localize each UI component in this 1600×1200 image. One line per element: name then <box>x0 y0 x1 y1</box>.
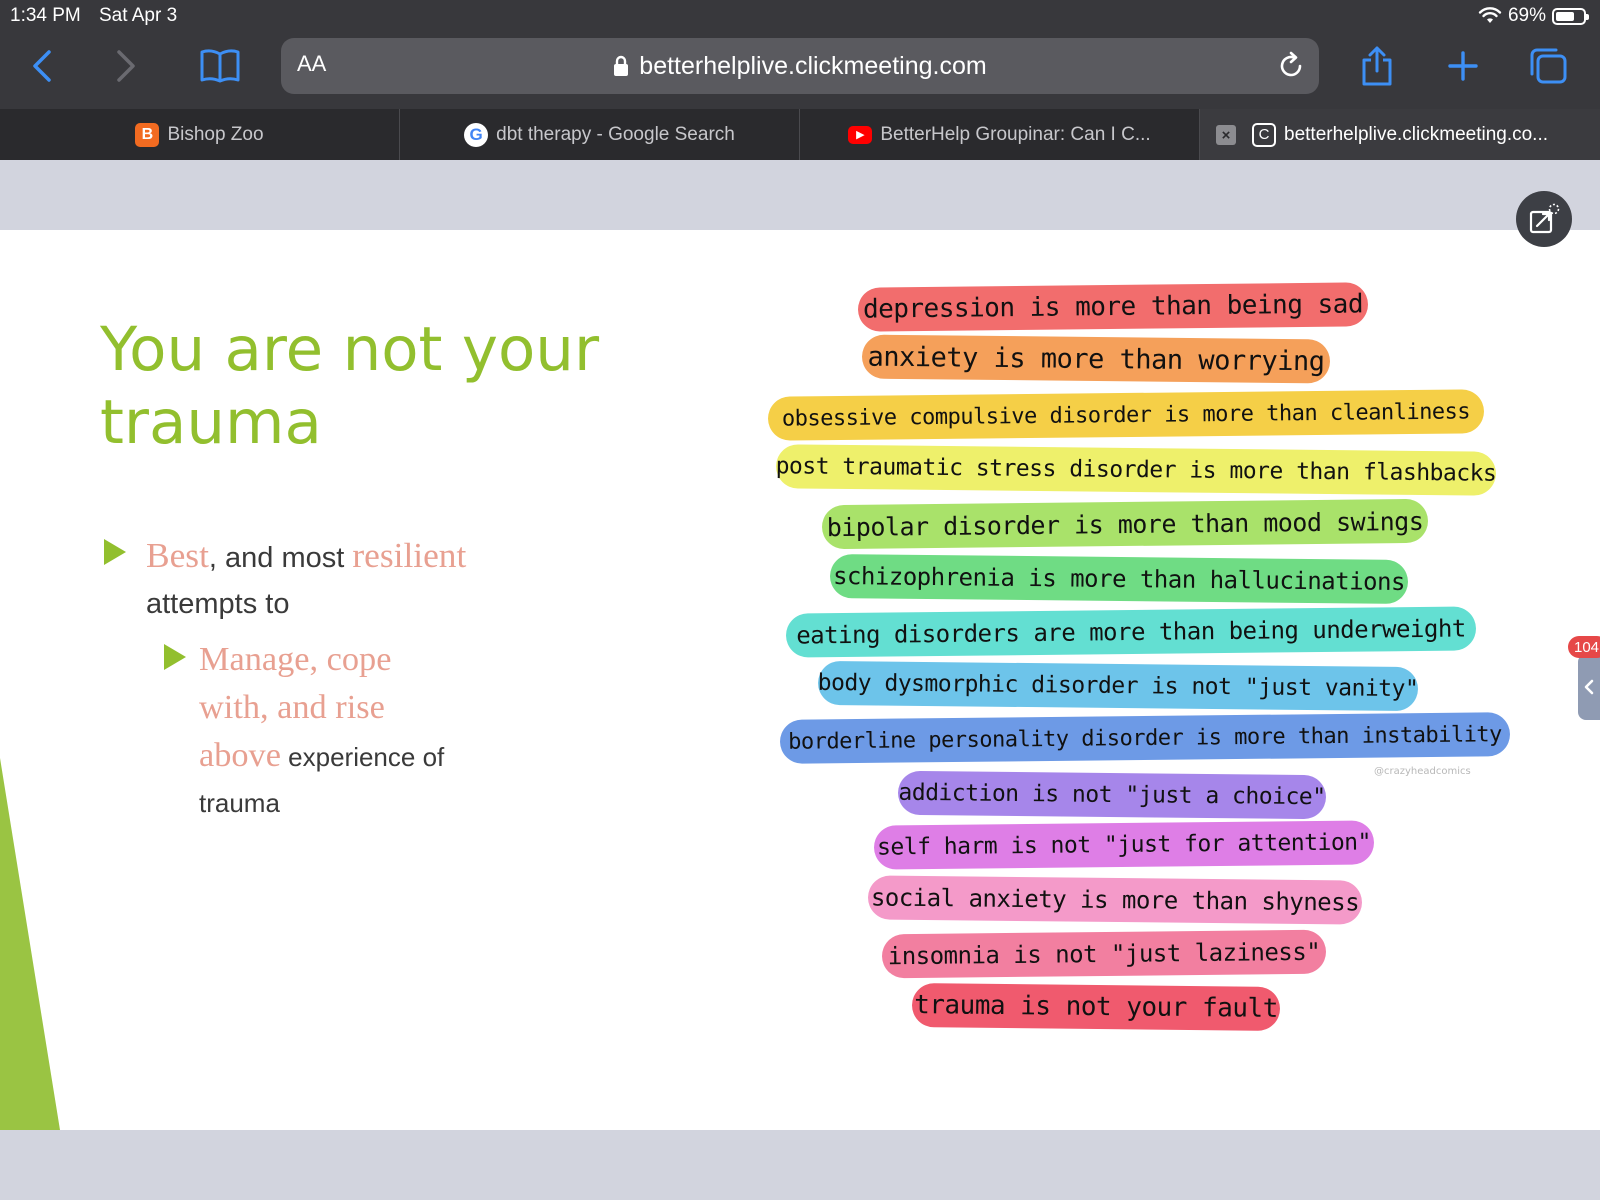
participant-count-badge: 104 <box>1568 636 1600 658</box>
share-icon <box>1362 46 1392 86</box>
chevron-left-icon <box>33 50 51 82</box>
expand-icon <box>1529 203 1560 234</box>
address-bar[interactable]: AA betterhelplive.clickmeeting.com <box>281 38 1319 94</box>
tab-dbt-therapy[interactable]: G dbt therapy - Google Search <box>400 109 800 160</box>
illustration-line: borderline personality disorder is more … <box>779 712 1511 764</box>
mental-health-illustration: @crazyheadcomics depression is more than… <box>767 282 1511 1045</box>
accent-best: Best <box>146 535 209 575</box>
fullscreen-button[interactable] <box>1516 191 1572 247</box>
illustration-line: post traumatic stress disorder is more t… <box>776 444 1496 496</box>
browser-toolbar: AA betterhelplive.clickmeeting.com <box>0 32 1600 109</box>
back-button[interactable] <box>22 46 62 86</box>
bullet-1-part2: attempts to <box>146 588 290 620</box>
plus-icon <box>1448 51 1478 81</box>
battery-tip <box>1586 13 1589 20</box>
illustration-line: addiction is not "just a choice" <box>897 770 1327 820</box>
page-band-top <box>0 160 1600 230</box>
url-wrap: betterhelplive.clickmeeting.com <box>281 38 1319 94</box>
tab-clickmeeting-active[interactable]: × C betterhelplive.clickmeeting.co... <box>1200 109 1600 160</box>
url-text[interactable]: betterhelplive.clickmeeting.com <box>639 52 986 81</box>
tab-label: BetterHelp Groupinar: Can I C... <box>880 123 1151 145</box>
illustration-line: obsessive compulsive disorder is more th… <box>767 389 1485 441</box>
tabs-icon <box>1530 48 1567 84</box>
lock-icon <box>614 55 629 76</box>
battery-icon <box>1552 7 1589 25</box>
bullet-1-text: Best, and most resilient attempts to <box>146 532 526 627</box>
blogger-favicon-icon: B <box>135 122 160 147</box>
new-tab-button[interactable] <box>1443 46 1483 86</box>
book-icon <box>200 49 240 83</box>
battery-fill <box>1556 11 1574 21</box>
wifi-icon <box>1478 7 1502 23</box>
reload-icon <box>1280 51 1302 77</box>
chevron-left-icon <box>1584 679 1594 695</box>
app-root: 1:34 PM Sat Apr 3 69% AA betterhelplive.… <box>0 0 1600 1200</box>
slide-title: You are not your trauma <box>100 314 600 458</box>
chevron-right-icon <box>117 50 135 82</box>
page-band-bottom <box>0 1130 1600 1200</box>
bullet-2-text: Manage, cope with, and rise above experi… <box>199 636 469 826</box>
illustration-line: social anxiety is more than shyness <box>867 875 1363 925</box>
clickmeeting-favicon-icon: C <box>1252 122 1276 147</box>
illustration-line: self harm is not "just for attention" <box>873 820 1375 870</box>
status-bar: 1:34 PM Sat Apr 3 69% <box>0 0 1600 32</box>
tab-label: betterhelplive.clickmeeting.co... <box>1284 123 1549 145</box>
tab-bishop-zoo[interactable]: B Bishop Zoo <box>0 109 400 160</box>
illustration-credit: @crazyheadcomics <box>1374 766 1471 777</box>
tab-strip: B Bishop Zoo G dbt therapy - Google Sear… <box>0 109 1600 160</box>
bullet-1-part1: , and most <box>208 542 353 574</box>
google-favicon-icon: G <box>464 122 489 147</box>
side-panel-toggle[interactable] <box>1578 654 1600 720</box>
tab-betterhelp-groupinar[interactable]: ▶ BetterHelp Groupinar: Can I C... <box>800 109 1200 160</box>
illustration-line: trauma is not your fault <box>911 983 1281 1031</box>
tab-label: dbt therapy - Google Search <box>496 123 735 145</box>
accent-resilient: resilient <box>352 535 467 575</box>
tab-label: Bishop Zoo <box>167 123 264 145</box>
share-button[interactable] <box>1357 42 1397 90</box>
bookmarks-button[interactable] <box>196 44 244 88</box>
reload-button[interactable] <box>1275 50 1307 82</box>
bullet-arrow-icon <box>104 539 126 565</box>
tab-overview-button[interactable] <box>1526 44 1570 88</box>
status-right: 69% <box>1478 5 1589 27</box>
illustration-line: bipolar disorder is more than mood swing… <box>821 498 1429 550</box>
bullet-arrow-icon <box>164 644 186 670</box>
status-date: Sat Apr 3 <box>99 5 178 26</box>
youtube-favicon-icon: ▶ <box>848 125 873 144</box>
presentation-slide: You are not your trauma Best, and most r… <box>0 230 1600 1130</box>
illustration-line: insomnia is not "just laziness" <box>881 929 1327 979</box>
green-wedge-decoration <box>0 758 60 1130</box>
illustration-line: anxiety is more than worrying <box>861 334 1331 384</box>
status-time: 1:34 PM <box>10 5 81 26</box>
battery-percent: 69% <box>1507 5 1546 26</box>
illustration-line: depression is more than being sad <box>857 282 1369 332</box>
close-tab-icon[interactable]: × <box>1216 125 1236 145</box>
illustration-line: eating disorders are more than being und… <box>785 606 1477 658</box>
tab-active-content: C betterhelplive.clickmeeting.co... <box>1252 109 1548 160</box>
illustration-line: schizophrenia is more than hallucination… <box>829 553 1409 605</box>
forward-button[interactable] <box>106 46 146 86</box>
illustration-line: body dysmorphic disorder is not "just va… <box>818 660 1418 712</box>
